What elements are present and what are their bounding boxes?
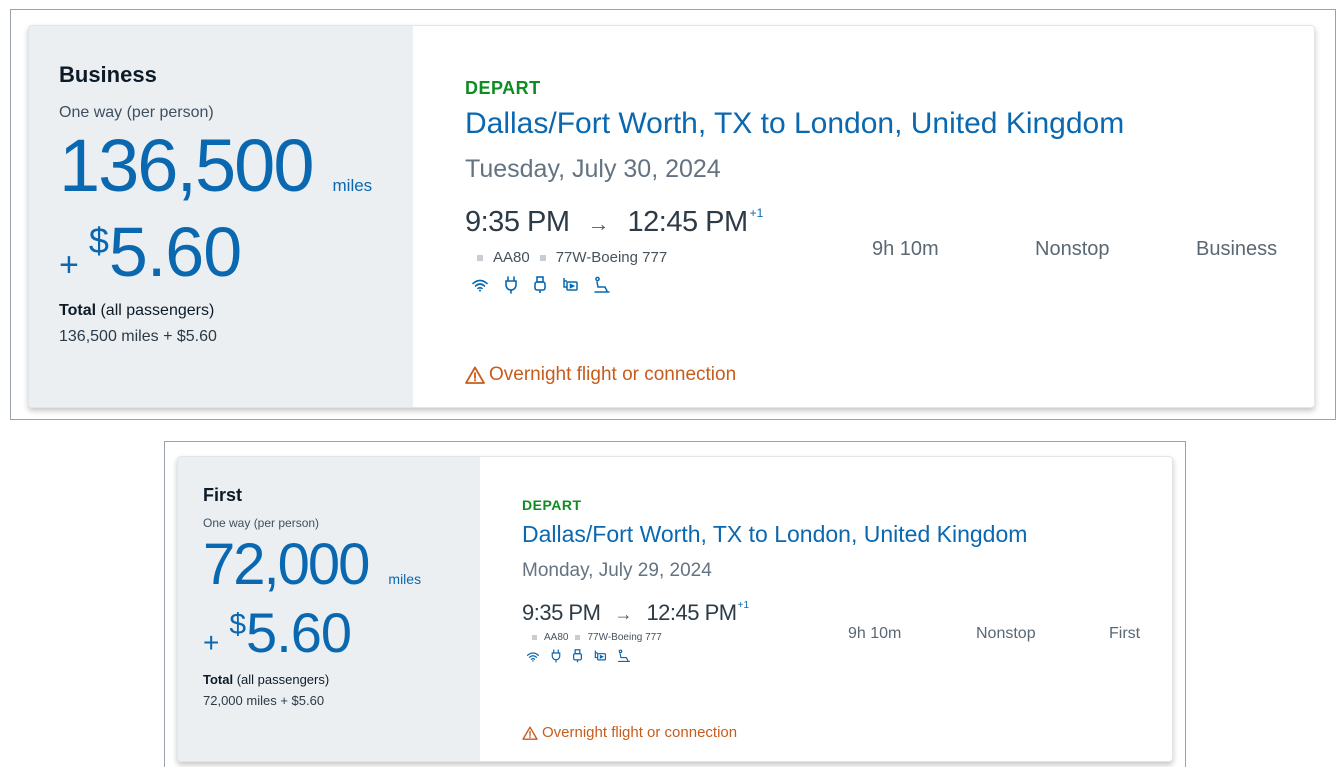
route-title: Dallas/Fort Worth, TX to London, United … — [522, 521, 1028, 547]
miles-price: 72,000 miles — [203, 530, 480, 596]
flight-date: Tuesday, July 30, 2024 — [465, 155, 721, 183]
fee-amount: 5.60 — [108, 213, 242, 291]
total-label-bold: Total — [203, 672, 234, 687]
warning-icon — [522, 725, 542, 740]
miles-unit: miles — [332, 176, 373, 195]
power-outlet-icon — [550, 649, 562, 663]
fee-plus: + — [203, 627, 220, 658]
flight-stops: Nonstop — [976, 625, 1036, 642]
wifi-icon — [471, 277, 489, 293]
miles-amount: 136,500 — [59, 124, 314, 207]
fare-card-first[interactable]: First One way (per person) 72,000 miles … — [177, 456, 1173, 762]
overnight-warning: Overnight flight or connection — [465, 364, 736, 386]
total-label-suffix: (all passengers) — [233, 672, 330, 687]
flight-details: DEPART Dallas/Fort Worth, TX to London, … — [413, 26, 1314, 407]
flight-duration: 9h 10m — [848, 625, 902, 642]
warning-icon — [465, 366, 489, 384]
flight-times: 9:35 PM → 12:45 PM +1 — [465, 206, 1314, 239]
usb-icon — [572, 649, 583, 663]
plus-day-indicator: +1 — [737, 600, 750, 611]
fee-amount: 5.60 — [246, 601, 352, 664]
bullet-square — [532, 635, 537, 640]
warning-text: Overnight flight or connection — [542, 724, 738, 741]
flight-date: Monday, July 29, 2024 — [522, 560, 712, 581]
depart-time: 9:35 PM — [522, 600, 601, 625]
bullet-square — [539, 254, 546, 261]
depart-label: DEPART — [522, 497, 582, 513]
fee-currency: $ — [88, 220, 109, 261]
fee-plus: + — [59, 246, 79, 284]
flight-stops: Nonstop — [1035, 238, 1110, 260]
miles-amount: 72,000 — [203, 532, 370, 597]
warning-text: Overnight flight or connection — [489, 364, 737, 385]
power-outlet-icon — [503, 276, 519, 294]
total-label-suffix: (all passengers) — [96, 302, 215, 319]
overnight-warning: Overnight flight or connection — [522, 724, 737, 741]
entertainment-icon — [561, 276, 579, 294]
total-sum: 72,000 miles + $5.60 — [203, 693, 325, 708]
flight-duration: 9h 10m — [872, 238, 939, 260]
flight-times: 9:35 PM → 12:45 PM +1 — [522, 600, 1172, 626]
per-person-label: One way (per person) — [59, 104, 214, 121]
fee-price: + $ 5.60 — [203, 602, 480, 664]
miles-price: 136,500 miles — [59, 122, 413, 206]
amenities-list — [526, 649, 1172, 663]
fee-currency: $ — [229, 608, 247, 641]
flight-cabin-class: Business — [1196, 238, 1278, 260]
cabin-title: First — [203, 485, 243, 505]
total-label: Total (all passengers) — [203, 672, 480, 687]
lie-flat-seat-icon — [617, 649, 631, 663]
flight-number[interactable]: AA80 — [544, 632, 568, 643]
lie-flat-seat-icon — [593, 276, 611, 294]
flight-details: DEPART Dallas/Fort Worth, TX to London, … — [480, 457, 1172, 761]
entertainment-icon — [593, 649, 607, 663]
price-panel: Business One way (per person) 136,500 mi… — [29, 26, 413, 407]
route-title: Dallas/Fort Worth, TX to London, United … — [465, 107, 1125, 140]
cabin-title: Business — [59, 62, 157, 87]
total-sum: 136,500 miles + $5.60 — [59, 328, 217, 345]
arrive-time: 12:45 PM — [646, 600, 737, 625]
aircraft-type[interactable]: 77W-Boeing 777 — [556, 249, 667, 266]
flight-number[interactable]: AA80 — [493, 249, 530, 266]
fare-card-business[interactable]: Business One way (per person) 136,500 mi… — [28, 25, 1315, 408]
per-person-label: One way (per person) — [203, 516, 320, 530]
plus-day-indicator: +1 — [749, 206, 764, 220]
bullet-square — [477, 254, 483, 261]
depart-label: DEPART — [465, 78, 541, 98]
miles-unit: miles — [388, 571, 422, 587]
arrive-time: 12:45 PM — [627, 206, 749, 238]
wifi-icon — [526, 650, 540, 663]
flight-cabin-class: First — [1109, 625, 1141, 642]
price-panel: First One way (per person) 72,000 miles … — [178, 457, 480, 761]
total-label: Total (all passengers) — [59, 302, 413, 320]
fee-price: + $ 5.60 — [59, 212, 413, 292]
aircraft-type[interactable]: 77W-Boeing 777 — [587, 632, 661, 643]
usb-icon — [533, 276, 547, 294]
arrow-icon: → — [614, 604, 633, 624]
arrow-icon: → — [587, 211, 610, 236]
total-label-bold: Total — [59, 302, 97, 319]
bullet-square — [575, 635, 581, 640]
depart-time: 9:35 PM — [465, 206, 570, 238]
amenities-list — [471, 276, 1314, 294]
